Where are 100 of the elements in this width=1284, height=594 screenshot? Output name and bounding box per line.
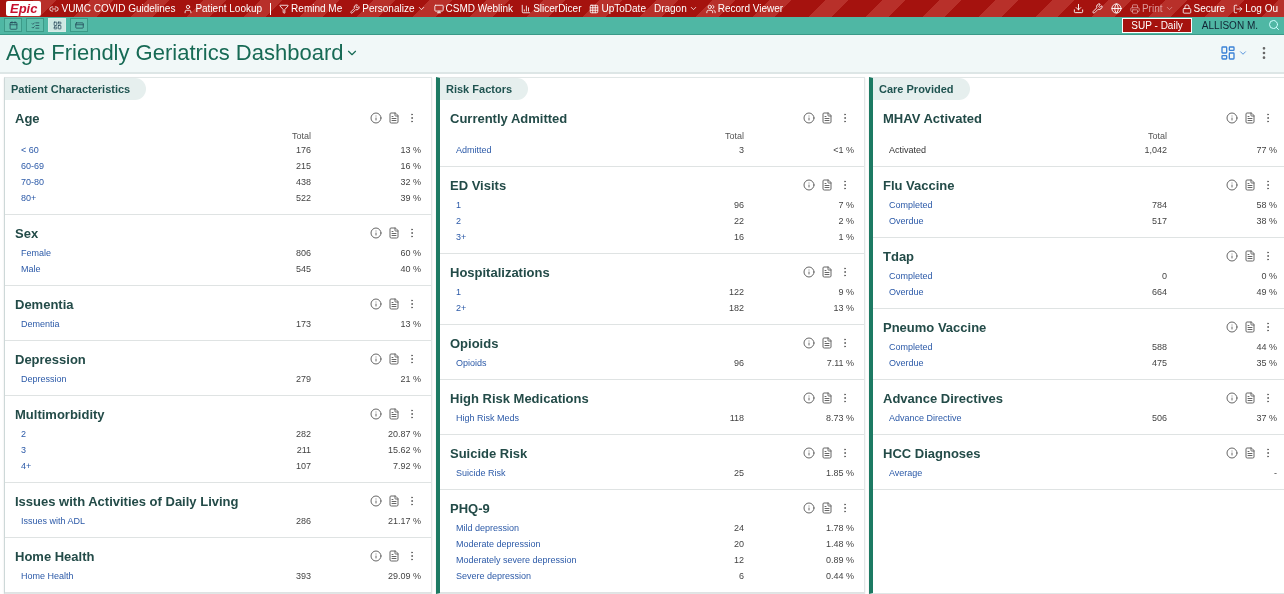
- info-button[interactable]: [367, 353, 385, 365]
- info-button[interactable]: [1223, 447, 1241, 459]
- row-link[interactable]: Completed: [889, 197, 933, 213]
- percent-value: 2 %: [837, 215, 854, 228]
- toolbar-tab[interactable]: [70, 18, 88, 33]
- percent-value: 58 %: [1255, 199, 1277, 212]
- info-button[interactable]: [800, 112, 818, 124]
- menu-item[interactable]: VUMC COVID Guidelines: [49, 3, 176, 15]
- info-button[interactable]: [1223, 392, 1241, 404]
- info-icon: [1226, 179, 1238, 191]
- row-link[interactable]: 1: [456, 284, 461, 300]
- widget-title: HCC Diagnoses: [883, 445, 982, 461]
- row-link[interactable]: Overdue: [889, 355, 924, 371]
- menu-item[interactable]: Log Ou: [1233, 3, 1278, 15]
- info-button[interactable]: [800, 266, 818, 278]
- menu-item[interactable]: Record Viewer: [705, 3, 784, 15]
- info-icon: [370, 112, 382, 124]
- widget-title: Age: [15, 110, 41, 126]
- row-link[interactable]: Depression: [21, 371, 67, 387]
- row-link[interactable]: 60-69: [21, 158, 45, 174]
- percent-value: 1.78 %: [824, 522, 854, 535]
- info-button[interactable]: [367, 112, 385, 124]
- info-button[interactable]: [367, 227, 385, 239]
- widget-title: PHQ-9: [450, 500, 491, 516]
- logo[interactable]: Epic: [6, 1, 42, 17]
- info-button[interactable]: [800, 337, 818, 349]
- percent-value: 1.48 %: [824, 538, 854, 551]
- count-value: 784: [1150, 199, 1167, 212]
- row-link[interactable]: Issues with ADL: [21, 513, 86, 529]
- row-link[interactable]: Severe depression: [456, 568, 532, 584]
- count-value: 173: [294, 318, 311, 331]
- menu-item[interactable]: Patient Lookup: [183, 3, 263, 15]
- row-link[interactable]: Admitted: [456, 142, 492, 158]
- info-button[interactable]: [800, 447, 818, 459]
- info-icon: [1226, 321, 1238, 333]
- menu-item[interactable]: CSMD Weblink: [433, 3, 514, 15]
- row-link[interactable]: Average: [889, 465, 923, 481]
- row-link[interactable]: 3: [21, 442, 26, 458]
- toolbar-tab[interactable]: [4, 18, 22, 33]
- count-value: 182: [727, 302, 744, 315]
- row-link[interactable]: Male: [21, 261, 41, 277]
- row-link[interactable]: Overdue: [889, 284, 924, 300]
- row-link[interactable]: 4+: [21, 458, 32, 474]
- info-button[interactable]: [800, 502, 818, 514]
- calendar-icon: [8, 20, 18, 30]
- widget-title: Depression: [15, 351, 87, 367]
- row-link[interactable]: Completed: [889, 268, 933, 284]
- row-link[interactable]: Moderate depression: [456, 536, 541, 552]
- info-button[interactable]: [367, 495, 385, 507]
- percent-value: 38 %: [1255, 215, 1277, 228]
- row-link[interactable]: < 60: [21, 142, 39, 158]
- menu-item[interactable]: Personalize: [350, 3, 426, 15]
- row-link[interactable]: Moderately severe depression: [456, 552, 577, 568]
- widget-title: Opioids: [450, 335, 500, 351]
- dashboard-title[interactable]: Age Friendly Geriatrics Dashboard: [6, 40, 360, 67]
- info-button[interactable]: [800, 392, 818, 404]
- info-button[interactable]: [1223, 179, 1241, 191]
- row-link[interactable]: 80+: [21, 190, 37, 206]
- row-link[interactable]: 1: [456, 197, 461, 213]
- row-link[interactable]: 2: [456, 213, 461, 229]
- row-link[interactable]: High Risk Meds: [456, 410, 520, 426]
- menu-item[interactable]: Remind Me: [279, 3, 343, 15]
- info-button[interactable]: [367, 298, 385, 310]
- widget-title: Currently Admitted: [450, 110, 569, 126]
- percent-value: 7 %: [837, 199, 854, 212]
- info-button[interactable]: [1223, 112, 1241, 124]
- percent-value: 7.92 %: [391, 460, 421, 473]
- row-link[interactable]: Dementia: [21, 316, 60, 332]
- menu-item[interactable]: UpToDate: [589, 3, 646, 15]
- count-value: 215: [294, 160, 311, 173]
- row-link[interactable]: Advance Directive: [889, 410, 962, 426]
- row-link[interactable]: Home Health: [21, 568, 74, 584]
- info-button[interactable]: [367, 408, 385, 420]
- link-icon: [49, 3, 60, 14]
- row-link[interactable]: 2+: [456, 300, 467, 316]
- row-link[interactable]: Overdue: [889, 213, 924, 229]
- globe-icon[interactable]: [1110, 3, 1122, 15]
- count-value: 475: [1150, 357, 1167, 370]
- report-icon: [821, 392, 833, 404]
- row-link[interactable]: Female: [21, 245, 51, 261]
- toolbar-tab[interactable]: [26, 18, 44, 33]
- row-link[interactable]: 70-80: [21, 174, 45, 190]
- card-icon: [74, 20, 84, 30]
- info-button[interactable]: [1223, 250, 1241, 262]
- count-value: 12: [733, 554, 744, 567]
- menu-item[interactable]: Secure: [1181, 3, 1226, 15]
- wrench-icon[interactable]: [1091, 3, 1103, 15]
- row-link[interactable]: 2: [21, 426, 26, 442]
- row-link[interactable]: Suicide Risk: [456, 465, 506, 481]
- row-link[interactable]: Completed: [889, 339, 933, 355]
- info-button[interactable]: [800, 179, 818, 191]
- row-link[interactable]: 3+: [456, 229, 467, 245]
- search-icon[interactable]: [1268, 19, 1280, 32]
- menu-item[interactable]: SlicerDicer: [521, 3, 582, 15]
- row-link[interactable]: Opioids: [456, 355, 487, 371]
- download-icon[interactable]: [1072, 3, 1084, 15]
- row-link[interactable]: Mild depression: [456, 520, 520, 536]
- menu-item[interactable]: Dragon: [653, 3, 698, 15]
- info-button[interactable]: [1223, 321, 1241, 333]
- info-button[interactable]: [367, 550, 385, 562]
